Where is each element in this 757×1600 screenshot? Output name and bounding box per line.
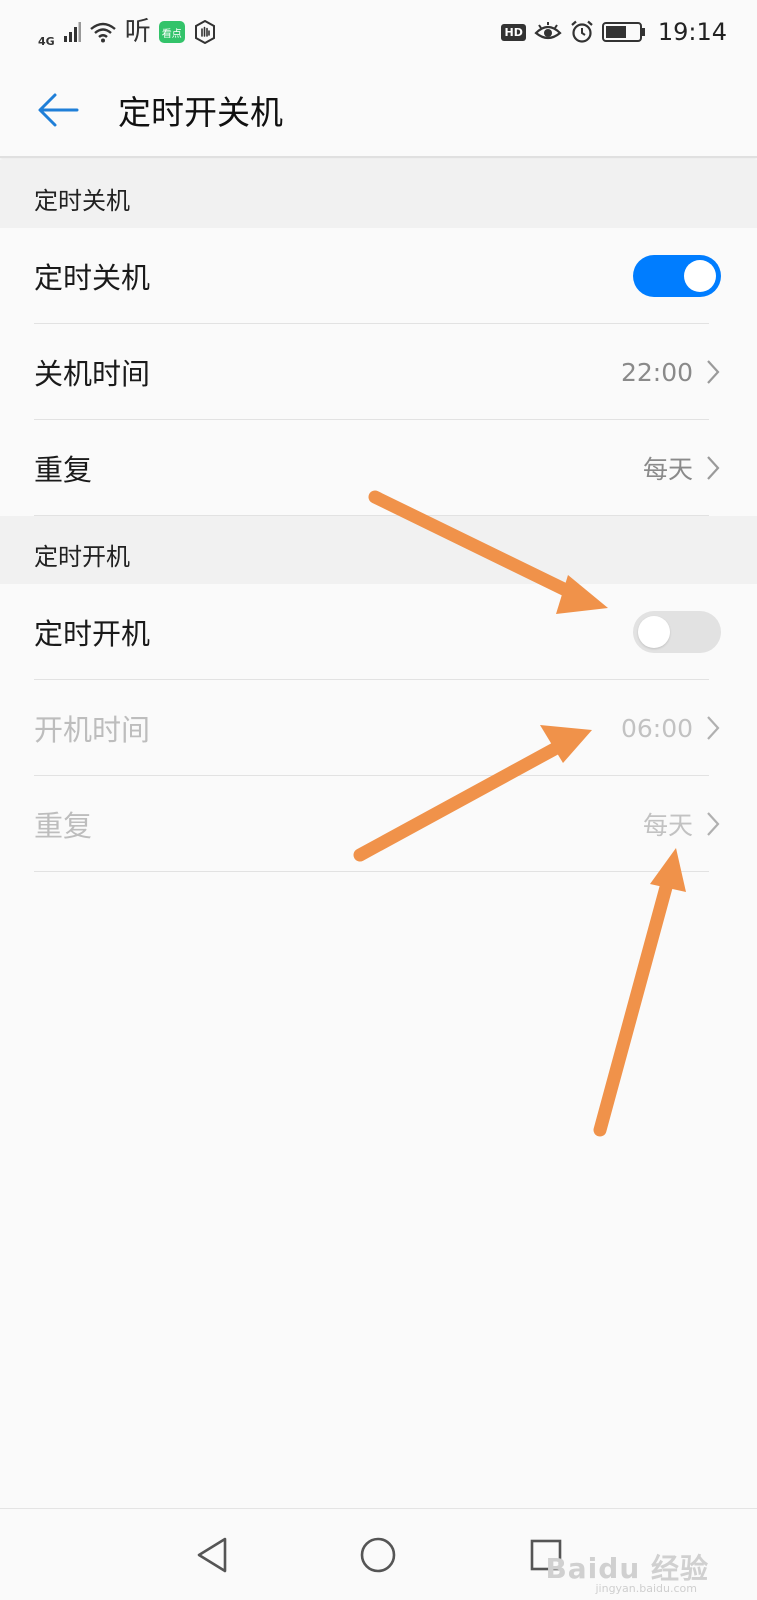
- baidu-watermark-url: jingyan.baidu.com: [595, 1582, 697, 1595]
- startup-toggle-switch[interactable]: [633, 611, 721, 653]
- chevron-right-icon: [707, 360, 720, 384]
- chevron-right-icon: [707, 456, 720, 480]
- status-time: 19:14: [657, 18, 727, 46]
- chevron-right-icon: [707, 716, 720, 740]
- startup-time-row[interactable]: 开机时间 06:00: [0, 680, 757, 776]
- nav-home-button[interactable]: [352, 1529, 404, 1581]
- home-circle-icon: [360, 1537, 396, 1573]
- toggle-knob: [638, 616, 670, 648]
- alarm-icon: [571, 20, 593, 43]
- battery-icon: [601, 22, 645, 42]
- status-bar-left: 4G 听 看点: [38, 17, 217, 48]
- eye-icon: [534, 22, 562, 40]
- status-bar-right: HD 19:14: [501, 18, 727, 46]
- startup-repeat-label: 重复: [34, 809, 93, 843]
- toggle-knob: [684, 260, 716, 292]
- startup-time-value: 06:00: [620, 713, 693, 743]
- section-header-shutdown: 定时关机: [0, 160, 757, 228]
- shutdown-toggle-row[interactable]: 定时关机: [0, 228, 757, 324]
- kandian-app-icon: 看点: [158, 21, 185, 43]
- startup-toggle-row[interactable]: 定时开机: [0, 584, 757, 680]
- shutdown-repeat-value: 每天: [642, 455, 693, 484]
- startup-repeat-row[interactable]: 重复 每天: [0, 776, 757, 872]
- shutdown-repeat-right: 每天: [643, 450, 721, 486]
- shutdown-repeat-row[interactable]: 重复 每天: [0, 420, 757, 516]
- shutdown-repeat-label: 重复: [34, 453, 93, 487]
- section-header-startup: 定时开机: [0, 516, 757, 584]
- shutdown-toggle-label: 定时关机: [34, 261, 151, 295]
- startup-toggle-label: 定时开机: [34, 617, 151, 651]
- wifi-icon: [89, 22, 116, 43]
- signal-icon: [63, 22, 81, 42]
- startup-repeat-value: 每天: [642, 811, 693, 840]
- startup-repeat-right: 每天: [643, 806, 721, 842]
- nav-back-button[interactable]: [186, 1529, 238, 1581]
- back-triangle-icon: [197, 1537, 227, 1573]
- app-bar: 定时开关机: [0, 64, 757, 158]
- status-bar: 4G 听 看点 HD 19:14: [0, 0, 757, 64]
- listen-app-icon: 听: [124, 17, 151, 47]
- network-type-label: 4G: [38, 34, 55, 48]
- shutdown-time-label: 关机时间: [34, 357, 151, 391]
- baidu-watermark: Baidu 经验: [545, 1552, 709, 1585]
- shutdown-time-right: 22:00: [621, 358, 721, 387]
- startup-time-label: 开机时间: [34, 713, 151, 747]
- shutdown-toggle-switch[interactable]: [633, 255, 721, 297]
- hand-icon: [194, 20, 215, 44]
- page-title: 定时开关机: [118, 93, 283, 132]
- chevron-right-icon: [707, 812, 720, 836]
- annotation-arrow-repeat: [593, 848, 686, 1137]
- startup-time-right: 06:00: [621, 714, 721, 743]
- shutdown-time-row[interactable]: 关机时间 22:00: [0, 324, 757, 420]
- back-button[interactable]: [28, 80, 88, 140]
- arrow-left-icon: [38, 93, 79, 127]
- hd-badge: HD: [501, 23, 526, 41]
- shutdown-time-value: 22:00: [620, 357, 693, 387]
